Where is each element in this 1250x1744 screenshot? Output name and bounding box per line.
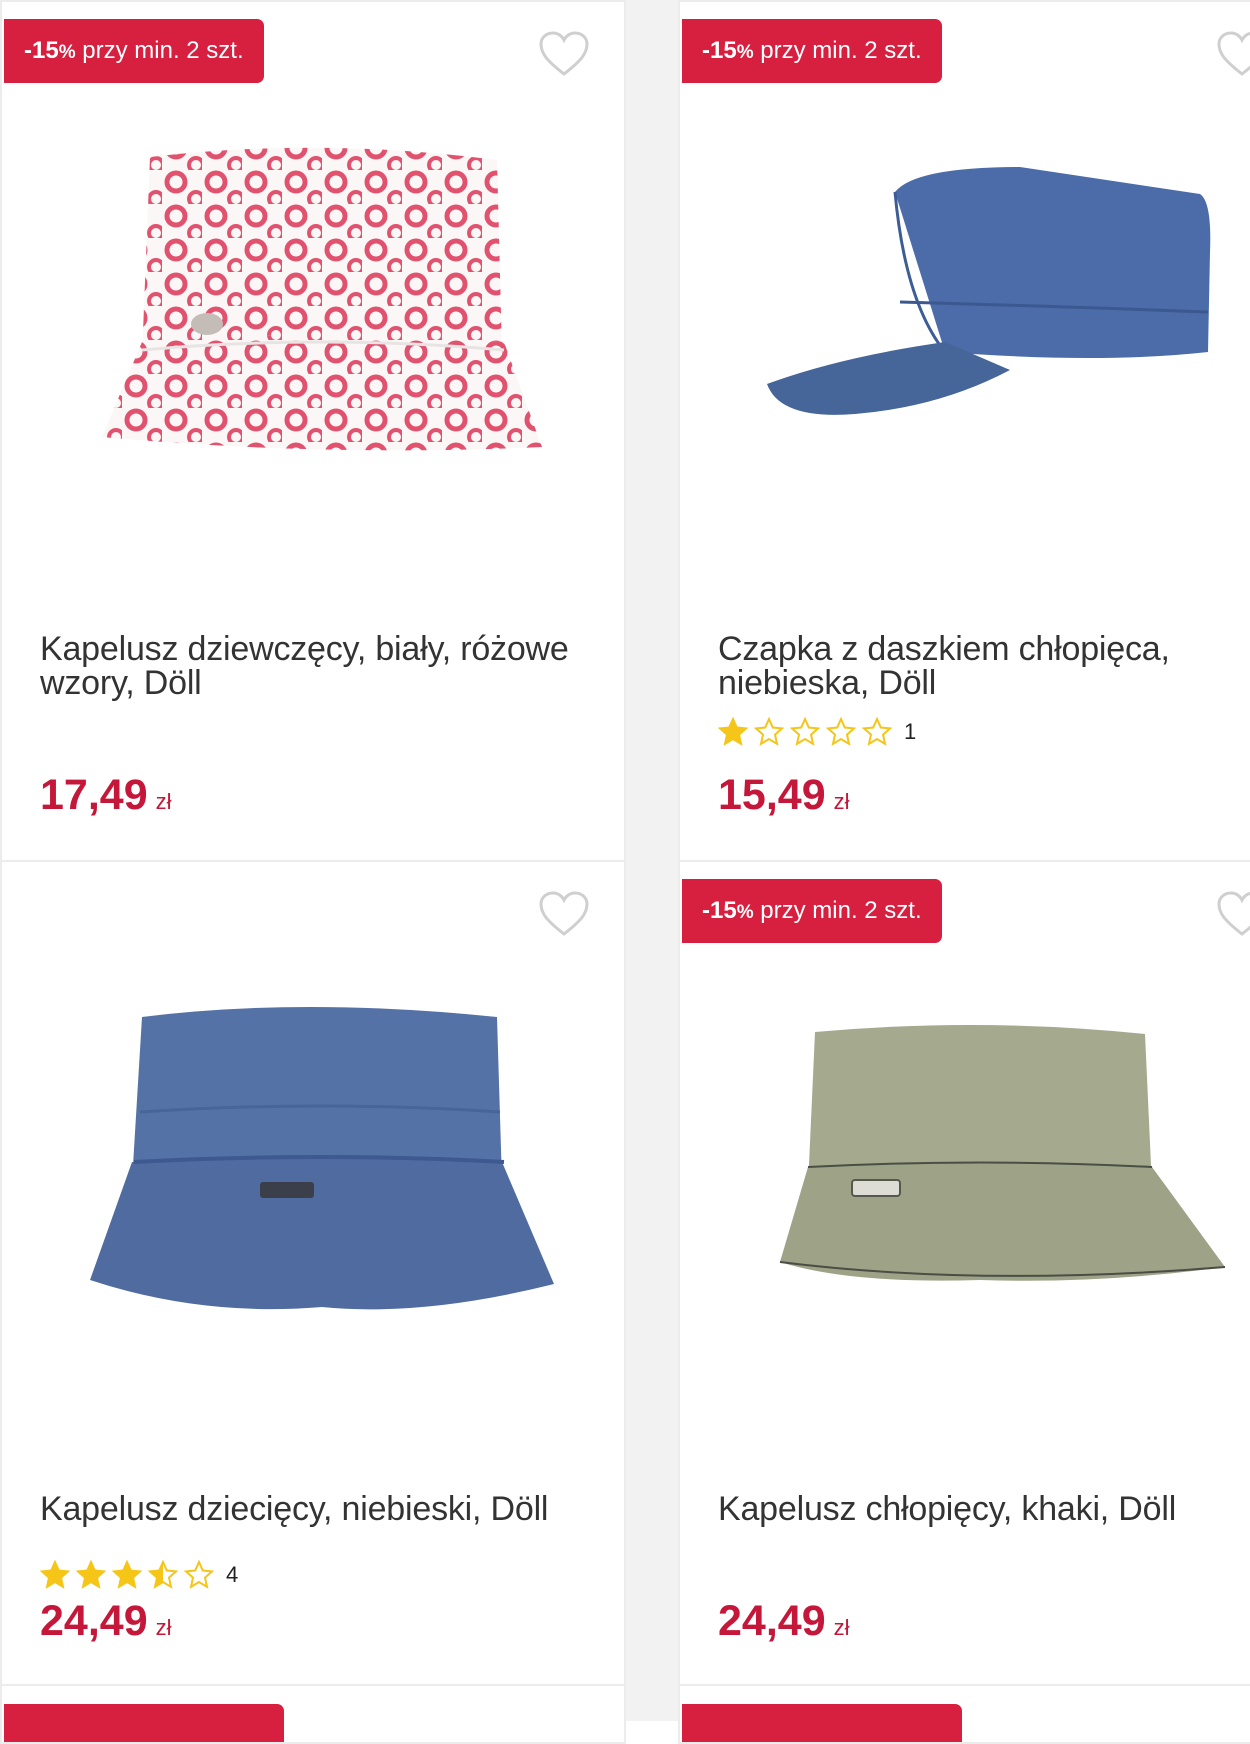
product-image[interactable] <box>680 962 1250 1422</box>
heart-outline-icon[interactable] <box>1216 30 1250 78</box>
star-half-icon <box>148 1560 178 1589</box>
product-price: 17,49 zł <box>40 772 172 825</box>
star-outline-icon <box>754 717 784 746</box>
star-filled-icon <box>718 717 748 746</box>
promo-badge <box>682 1704 962 1742</box>
bucket-hat-khaki-image <box>779 1024 1226 1281</box>
star-outline-icon <box>826 717 856 746</box>
badge-discount: -15 <box>702 897 737 924</box>
bucket-hat-blue-image <box>90 1007 554 1310</box>
product-title[interactable]: Kapelusz dziecięcy, niebieski, Döll <box>40 1492 594 1526</box>
price-value: 24,49 <box>40 1597 148 1645</box>
bucket-hat-pink-image <box>102 147 542 451</box>
heart-outline-icon[interactable] <box>538 890 590 938</box>
badge-pct: % <box>58 42 76 63</box>
product-card[interactable]: -15% przy min. 2 szt. Kapelusz chłopięcy… <box>678 860 1250 1686</box>
product-card[interactable]: -15% przy min. 2 szt. Czapka z daszkiem … <box>678 0 1250 862</box>
heart-outline-icon[interactable] <box>538 30 590 78</box>
star-filled-icon <box>40 1560 70 1589</box>
product-card[interactable]: Kapelusz dziecięcy, niebieski, Döll 4 24… <box>0 860 626 1686</box>
badge-pct: % <box>736 902 754 923</box>
rating-stars: 1 <box>718 715 916 749</box>
product-grid: -15% przy min. 2 szt. Kapelusz dziewczęc… <box>0 0 1250 1744</box>
review-count[interactable]: 4 <box>226 1562 238 1588</box>
promo-badge: -15% przy min. 2 szt. <box>4 19 264 83</box>
badge-text: przy min. 2 szt. <box>753 37 922 64</box>
product-card[interactable] <box>0 1684 626 1744</box>
star-filled-icon <box>112 1560 142 1589</box>
product-image[interactable] <box>2 962 624 1422</box>
rating-stars: 4 <box>40 1558 238 1592</box>
product-price: 24,49 zł <box>40 1598 172 1651</box>
star-outline-icon <box>184 1560 214 1589</box>
price-value: 15,49 <box>718 771 826 819</box>
price-value: 24,49 <box>718 1597 826 1645</box>
price-value: 17,49 <box>40 771 148 819</box>
badge-pct: % <box>736 42 754 63</box>
star-filled-icon <box>76 1560 106 1589</box>
product-card[interactable] <box>678 1684 1250 1744</box>
product-price: 24,49 zł <box>718 1598 850 1651</box>
product-price: 15,49 zł <box>718 772 850 825</box>
review-count[interactable]: 1 <box>904 719 916 745</box>
promo-badge: -15% przy min. 2 szt. <box>682 879 942 943</box>
promo-badge <box>4 1704 284 1742</box>
product-title[interactable]: Kapelusz dziewczęcy, biały, różowe wzory… <box>40 632 594 700</box>
product-title[interactable]: Czapka z daszkiem chłopięca, niebieska, … <box>718 632 1246 700</box>
product-card[interactable]: -15% przy min. 2 szt. Kapelusz dziewczęc… <box>0 0 626 862</box>
heart-outline-icon[interactable] <box>1216 890 1250 938</box>
badge-text: przy min. 2 szt. <box>753 897 922 924</box>
badge-discount: -15 <box>24 37 59 64</box>
price-currency: zł <box>155 1615 172 1640</box>
promo-badge: -15% przy min. 2 szt. <box>682 19 942 83</box>
price-currency: zł <box>833 789 850 814</box>
price-currency: zł <box>155 789 172 814</box>
price-currency: zł <box>833 1615 850 1640</box>
badge-discount: -15 <box>702 37 737 64</box>
product-image[interactable] <box>680 102 1250 562</box>
product-image[interactable] <box>2 102 624 562</box>
product-title[interactable]: Kapelusz chłopięcy, khaki, Döll <box>718 1492 1246 1526</box>
star-outline-icon <box>790 717 820 746</box>
badge-text: przy min. 2 szt. <box>75 37 244 64</box>
star-outline-icon <box>862 717 892 746</box>
cap-blue-image <box>767 167 1211 415</box>
